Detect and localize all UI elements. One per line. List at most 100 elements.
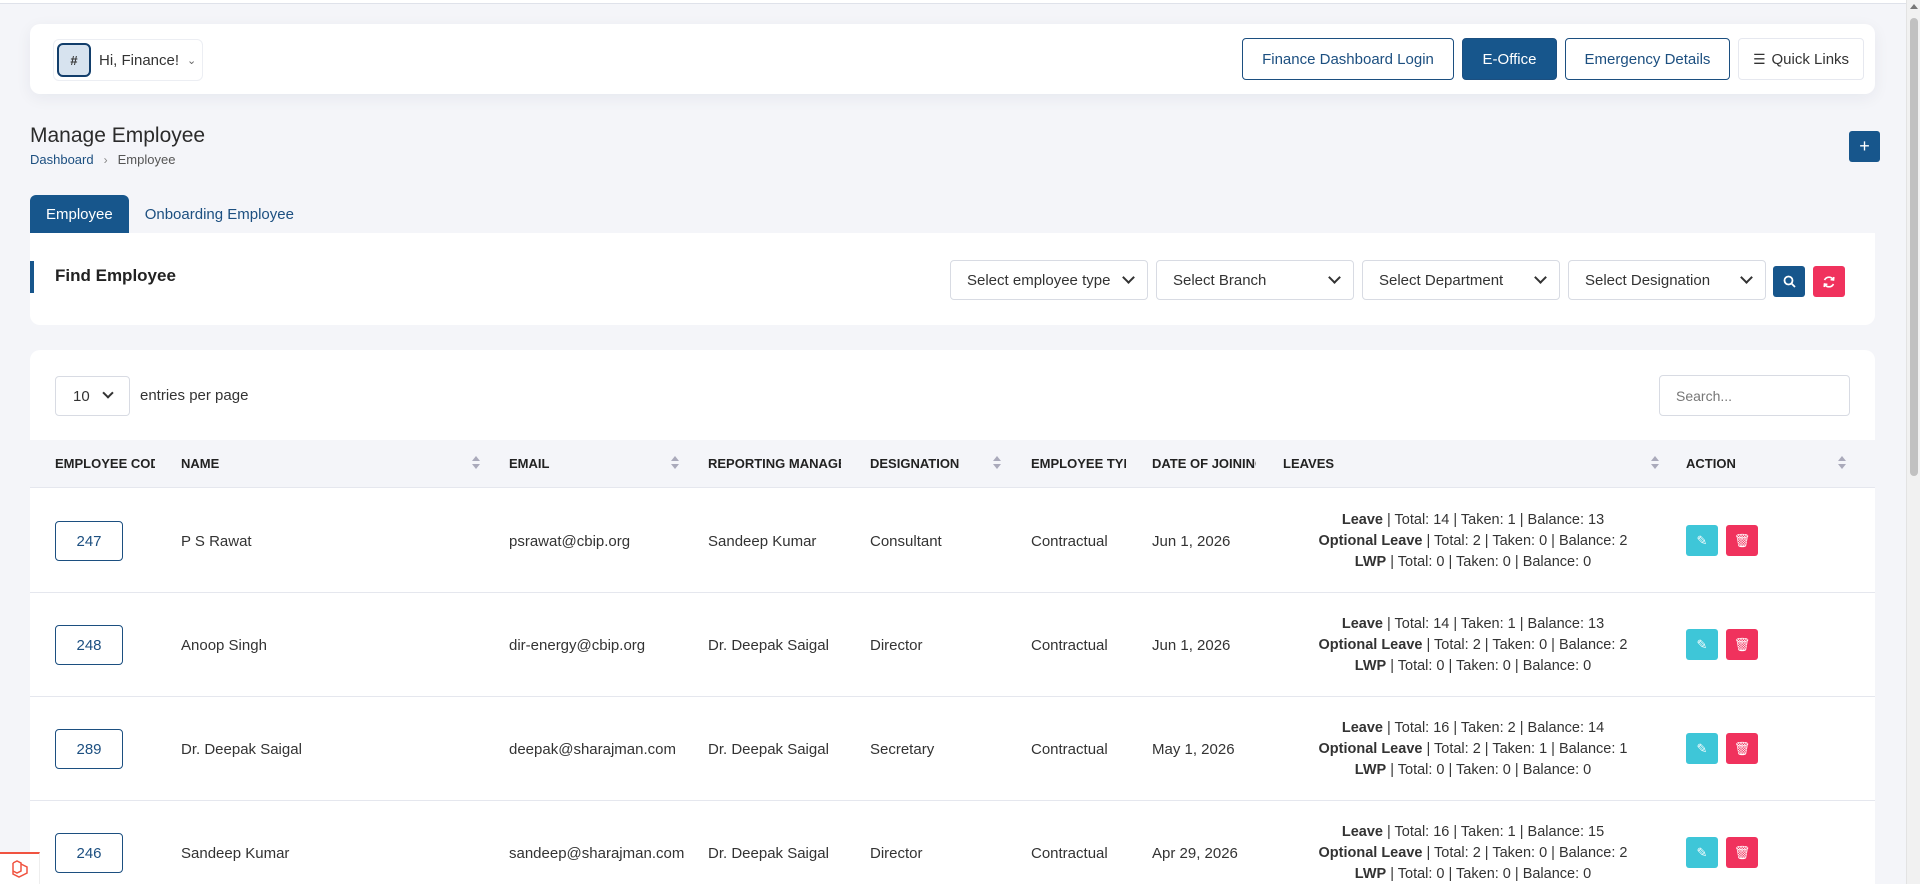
- lwp-label: LWP: [1354, 761, 1387, 778]
- breadcrumb-dashboard-link[interactable]: Dashboard: [30, 152, 94, 167]
- accent-bar: [30, 261, 34, 293]
- lwp-values: | Total: 0 | Taken: 0 | Balance: 0: [1386, 865, 1592, 882]
- lwp-line: LWP | Total: 0 | Taken: 0 | Balance: 0: [1283, 760, 1663, 781]
- employee-code-link[interactable]: 246: [55, 833, 123, 873]
- table-search-input[interactable]: [1659, 375, 1850, 416]
- designation-select[interactable]: Select Designation: [1568, 260, 1766, 300]
- leave-values: | Total: 16 | Taken: 2 | Balance: 14: [1382, 719, 1605, 736]
- lwp-values: | Total: 0 | Taken: 0 | Balance: 0: [1386, 761, 1592, 778]
- top-border: [0, 0, 1920, 4]
- leave-summary: Leave | Total: 14 | Taken: 1 | Balance: …: [1283, 593, 1663, 697]
- optional-leave-label: Optional Leave: [1318, 532, 1423, 549]
- employee-type-select[interactable]: Select employee type: [950, 260, 1148, 300]
- chevron-down-icon: ⌄: [187, 54, 197, 67]
- column-header-employee-code[interactable]: Employee Code: [55, 440, 155, 488]
- pencil-icon: ✎: [1696, 844, 1708, 860]
- trash-icon: 🗑: [1733, 740, 1751, 756]
- department-select[interactable]: Select Department: [1362, 260, 1560, 300]
- column-header-name[interactable]: Name: [181, 440, 381, 488]
- employee-code-link[interactable]: 248: [55, 625, 123, 665]
- leave-summary: Leave | Total: 16 | Taken: 2 | Balance: …: [1283, 697, 1663, 801]
- chevron-down-icon: [102, 387, 114, 399]
- leave-line: Leave | Total: 14 | Taken: 1 | Balance: …: [1283, 510, 1663, 531]
- reporting-manager: Dr. Deepak Saigal: [708, 844, 829, 862]
- branch-select[interactable]: Select Branch: [1156, 260, 1354, 300]
- sort-icon[interactable]: [1838, 456, 1846, 472]
- column-header-employee-type[interactable]: Employee Type: [1031, 440, 1126, 488]
- column-header-reporting-manager[interactable]: Reporting Manager: [708, 440, 841, 488]
- leave-line: Leave | Total: 14 | Taken: 1 | Balance: …: [1283, 614, 1663, 635]
- entries-per-page-label: entries per page: [140, 387, 249, 404]
- laravel-icon: [11, 860, 28, 878]
- trash-icon: 🗑: [1733, 844, 1751, 860]
- page-title: Manage Employee: [30, 124, 206, 147]
- search-button[interactable]: [1773, 266, 1805, 297]
- column-header-date-of-joining[interactable]: Date of Joining: [1152, 440, 1256, 488]
- column-header-leaves[interactable]: Leaves: [1283, 440, 1403, 488]
- sort-icon[interactable]: [993, 456, 1001, 472]
- chevron-down-icon: [1534, 271, 1547, 284]
- delete-button[interactable]: 🗑: [1726, 837, 1758, 868]
- column-header-email[interactable]: Email: [509, 440, 659, 488]
- breadcrumb: Dashboard › Employee: [30, 152, 175, 167]
- optional-leave-values: | Total: 2 | Taken: 1 | Balance: 1: [1422, 740, 1628, 757]
- employee-type: Contractual: [1031, 636, 1108, 654]
- avatar: #: [57, 43, 91, 77]
- lwp-line: LWP | Total: 0 | Taken: 0 | Balance: 0: [1283, 864, 1663, 884]
- delete-button[interactable]: 🗑: [1726, 733, 1758, 764]
- user-menu[interactable]: # Hi, Finance! ⌄: [53, 39, 203, 81]
- pencil-icon: ✎: [1696, 532, 1708, 548]
- delete-button[interactable]: 🗑: [1726, 525, 1758, 556]
- quick-links-button[interactable]: ☰ Quick Links: [1738, 38, 1864, 80]
- find-employee-title: Find Employee: [55, 266, 176, 285]
- tab-onboarding-employee[interactable]: Onboarding Employee: [129, 195, 310, 233]
- finance-dashboard-login-button[interactable]: Finance Dashboard Login: [1242, 38, 1454, 80]
- tab-employee[interactable]: Employee: [30, 195, 129, 233]
- edit-button[interactable]: ✎: [1686, 525, 1718, 556]
- sort-icon[interactable]: [472, 456, 480, 472]
- employee-type: Contractual: [1031, 844, 1108, 862]
- emergency-details-button[interactable]: Emergency Details: [1565, 38, 1730, 80]
- column-header-action: Action: [1686, 456, 1736, 471]
- lwp-values: | Total: 0 | Taken: 0 | Balance: 0: [1386, 553, 1592, 570]
- employee-type-select-label: Select employee type: [967, 271, 1111, 289]
- scroll-up-arrow-icon[interactable]: [1910, 4, 1918, 9]
- page-scrollbar[interactable]: [1906, 0, 1920, 884]
- date-of-joining: Jun 1, 2026: [1152, 636, 1231, 654]
- leave-values: | Total: 14 | Taken: 1 | Balance: 13: [1382, 615, 1605, 632]
- reporting-manager: Sandeep Kumar: [708, 532, 817, 550]
- leave-label: Leave: [1341, 719, 1383, 736]
- reset-button[interactable]: [1813, 266, 1845, 297]
- pencil-icon: ✎: [1696, 740, 1708, 756]
- eoffice-button[interactable]: E-Office: [1462, 38, 1557, 80]
- scrollbar-thumb[interactable]: [1910, 18, 1918, 476]
- trash-icon: 🗑: [1733, 532, 1751, 548]
- column-header-designation[interactable]: Designation: [870, 440, 1000, 488]
- lwp-label: LWP: [1354, 657, 1387, 674]
- optional-leave-line: Optional Leave | Total: 2 | Taken: 0 | B…: [1283, 843, 1663, 864]
- entries-per-page-select[interactable]: 10: [55, 376, 130, 416]
- breadcrumb-current: Employee: [117, 152, 176, 167]
- leave-summary: Leave | Total: 14 | Taken: 1 | Balance: …: [1283, 489, 1663, 593]
- optional-leave-label: Optional Leave: [1318, 636, 1423, 653]
- optional-leave-values: | Total: 2 | Taken: 0 | Balance: 2: [1422, 844, 1628, 861]
- edit-button[interactable]: ✎: [1686, 733, 1718, 764]
- employee-email: dir-energy@cbip.org: [509, 636, 646, 654]
- sort-icon[interactable]: [1651, 456, 1659, 472]
- top-navbar: # Hi, Finance! ⌄ Finance Dashboard Login…: [30, 24, 1875, 94]
- user-greeting: Hi, Finance!: [99, 51, 180, 69]
- add-employee-button[interactable]: +: [1849, 131, 1880, 162]
- leave-label: Leave: [1341, 823, 1383, 840]
- chevron-down-icon: [1328, 271, 1341, 284]
- edit-button[interactable]: ✎: [1686, 837, 1718, 868]
- leave-summary: Leave | Total: 16 | Taken: 1 | Balance: …: [1283, 801, 1663, 884]
- edit-button[interactable]: ✎: [1686, 629, 1718, 660]
- employee-code-link[interactable]: 289: [55, 729, 123, 769]
- delete-button[interactable]: 🗑: [1726, 629, 1758, 660]
- optional-leave-values: | Total: 2 | Taken: 0 | Balance: 2: [1422, 532, 1628, 549]
- date-of-joining: May 1, 2026: [1152, 740, 1235, 758]
- chevron-down-icon: [1740, 271, 1753, 284]
- sort-icon[interactable]: [671, 456, 679, 472]
- chevron-down-icon: [1122, 271, 1135, 284]
- employee-code-link[interactable]: 247: [55, 521, 123, 561]
